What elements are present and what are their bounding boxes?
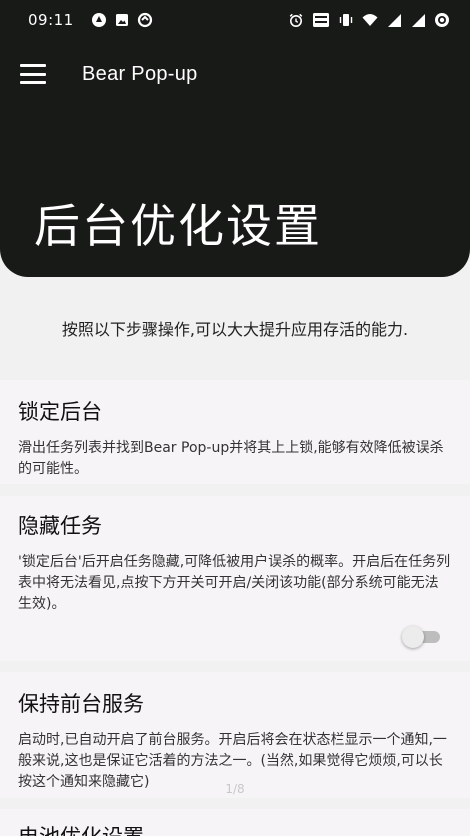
signal-icon	[388, 14, 401, 27]
card-body: 滑出任务列表并找到Bear Pop-up并将其上上锁,能够有效降低被误杀的可能性…	[18, 440, 444, 477]
card-battery-optimization: 电池优化设置	[0, 809, 470, 836]
page-indicator: 1/8	[225, 782, 245, 796]
card-hide-task: 隐藏任务 '锁定后台'后开启任务隐藏,可降低被用户误杀的概率。开启后在任务列表中…	[0, 496, 470, 661]
card-body: '锁定后台'后开启任务隐藏,可降低被用户误杀的概率。开启后在任务列表中将无法看见…	[18, 554, 451, 612]
app-title: Bear Pop-up	[82, 62, 198, 85]
header: 09:11 Bear Pop-up 后台优化设置	[0, 0, 470, 277]
card-title: 隐藏任务	[18, 514, 102, 538]
page-title: 后台优化设置	[34, 199, 322, 253]
card-title: 锁定后台	[18, 400, 102, 424]
card-foreground-service: 保持前台服务 启动时,已自动开启了前台服务。开启后将会在状态栏显示一个通知,一般…	[0, 672, 470, 798]
card-lock-background: 锁定后台 滑出任务列表并找到Bear Pop-up并将其上上锁,能够有效降低被误…	[0, 380, 470, 484]
card-title: 电池优化设置	[18, 821, 452, 836]
app-notification-icon	[91, 13, 106, 27]
vibrate-icon	[339, 14, 353, 26]
wifi-icon	[362, 14, 378, 26]
status-bar: 09:11	[0, 0, 470, 40]
volte-icon	[313, 13, 329, 27]
battery-icon	[435, 13, 449, 27]
sync-icon	[137, 12, 152, 28]
image-icon	[115, 14, 128, 26]
status-time: 09:11	[28, 11, 74, 29]
app-bar: Bear Pop-up	[0, 52, 470, 96]
card-title: 保持前台服务	[18, 692, 144, 716]
alarm-icon	[289, 13, 303, 27]
intro-text: 按照以下步骤操作,可以大大提升应用存活的能力.	[61, 320, 409, 339]
hide-task-toggle[interactable]	[402, 626, 440, 648]
menu-icon[interactable]	[20, 64, 46, 84]
signal-2-icon	[412, 14, 425, 27]
